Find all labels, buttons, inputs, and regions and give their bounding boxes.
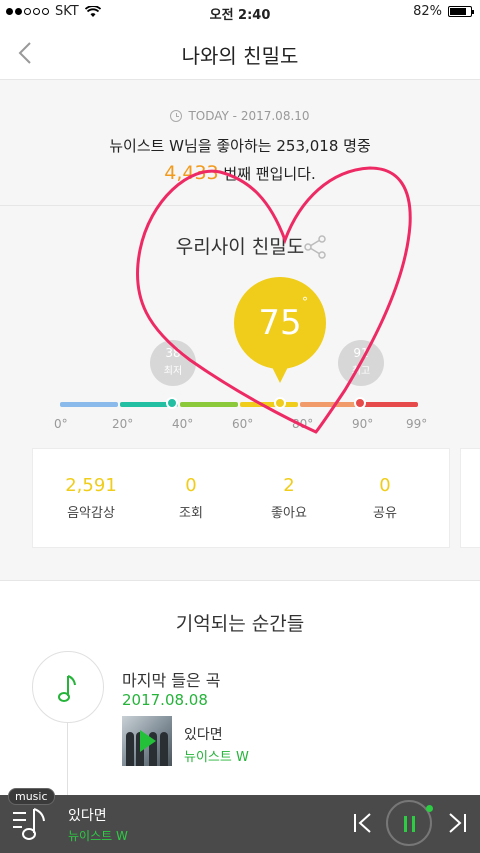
album-art[interactable] [122,716,172,766]
pause-icon [404,816,407,832]
music-note-badge [32,651,104,723]
music-badge: music [8,788,55,805]
memories-title: 기억되는 순간들 [175,613,305,635]
tick-label: 40° [172,417,194,431]
status-time: 오전 2:40 [209,8,271,23]
page-title: 나와의 친밀도 [181,44,299,68]
status-bar: SKT 오전 2:40 82% [0,0,480,26]
highest-dot [354,397,366,409]
progress-dot [426,805,433,812]
clock-icon [170,110,183,122]
stat-value: 0 [379,475,391,496]
fan-rank-suffix: 번째 팬입니다. [218,165,316,183]
stat-label: 조회 [179,506,203,521]
battery-percent: 82% [413,4,442,19]
stat-label: 좋아요 [271,506,307,521]
lowest-dot [166,397,178,409]
scale-segment [180,402,238,407]
stat-value: 2,591 [65,475,117,496]
stats-card[interactable]: 2,591 음악감상 0 조회 2 좋아요 0 공유 [32,448,450,548]
fan-rank-number: 4,433 [164,162,219,184]
highest-marker: 91 최고 [338,340,384,386]
song-artist[interactable]: 뉴이스트 W [184,746,249,765]
intimacy-title: 우리사이 친밀도 [175,236,305,258]
intimacy-score-bubble: 75 ° [234,277,326,383]
play-icon[interactable] [140,730,156,752]
stat-label: 음악감상 [67,506,115,521]
memories-section: 기억되는 순간들 마지막 들은 곡 2017.08.08 있다면 뉴이스트 W [0,580,480,821]
tick-label: 80° [292,417,314,431]
scale-segment [360,402,418,407]
scale-ticks: 0° 20° 40° 60° 80° 90° 99° [0,417,480,433]
fan-total-text: 뉴이스트 W님을 좋아하는 253,018 명중 [109,137,371,155]
stat-listen: 2,591 음악감상 [41,475,141,521]
player-song-title[interactable]: 있다면 [68,805,107,825]
memory-date: 2017.08.08 [122,691,208,709]
highest-label: 최고 [351,366,371,377]
highest-value: 91 [353,346,369,360]
pause-button[interactable] [386,800,433,846]
lowest-label: 최저 [163,366,183,377]
memory-heading: 마지막 들은 곡 [122,671,221,690]
music-note-icon [58,675,76,702]
current-dot [274,397,286,409]
degree-symbol: ° [302,295,308,309]
song-title[interactable]: 있다면 [184,724,223,744]
lowest-marker: 38 최저 [150,340,196,386]
fan-rank-text: 4,433 번째 팬입니다. [0,162,480,184]
stat-value: 2 [283,475,295,496]
next-track-icon[interactable] [446,812,468,834]
playlist-icon[interactable] [12,807,48,841]
lowest-value: 38 [165,346,181,360]
battery-icon [448,6,474,17]
stat-label: 공유 [373,506,397,521]
intimacy-scale [60,402,420,407]
next-stats-card[interactable] [460,448,480,548]
stat-likes: 2 좋아요 [239,475,339,521]
scale-segment [60,402,118,407]
fan-rank-section: TODAY - 2017.08.10 뉴이스트 W님을 좋아하는 253,018… [0,80,480,206]
tick-label: 90° [352,417,374,431]
tick-label: 20° [112,417,134,431]
stat-value: 0 [185,475,197,496]
stat-views: 0 조회 [141,475,241,521]
today-date: TODAY - 2017.08.10 [0,109,480,123]
scale-segment [240,402,298,407]
today-label: TODAY - 2017.08.10 [188,109,310,123]
stat-shares: 0 공유 [335,475,435,521]
nav-header: 나와의 친밀도 [0,26,480,80]
tick-label: 99° [406,417,428,431]
previous-track-icon[interactable] [352,812,374,834]
player-artist[interactable]: 뉴이스트 W [68,827,128,844]
share-icon[interactable] [302,234,328,260]
intimacy-score: 75 [258,303,302,343]
scale-segment [300,402,358,407]
tick-label: 60° [232,417,254,431]
tick-label: 0° [54,417,68,431]
